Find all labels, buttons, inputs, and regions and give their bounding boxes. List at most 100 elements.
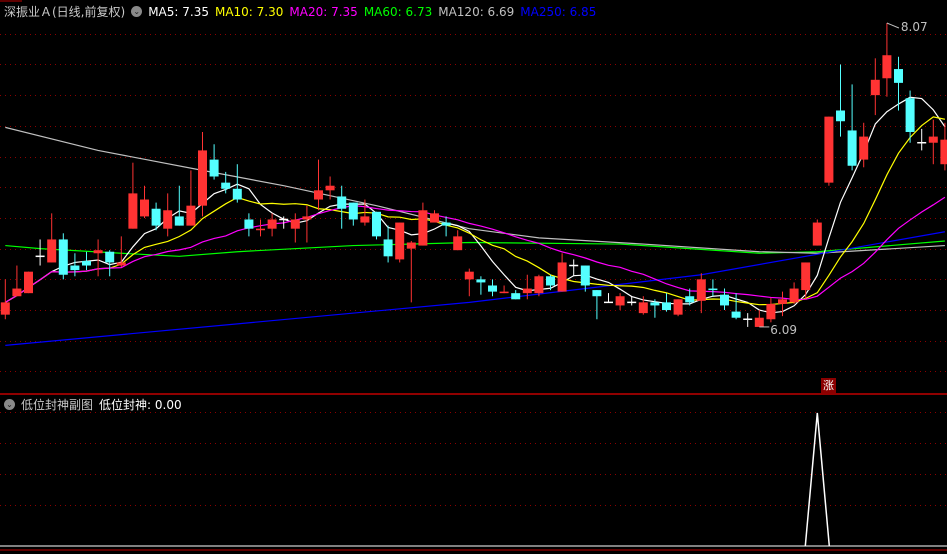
low-price-label: 6.09 <box>770 322 798 337</box>
candle <box>569 259 579 277</box>
candle <box>82 251 91 271</box>
candle-body <box>615 296 625 306</box>
candle-body <box>662 302 671 311</box>
candle-body <box>812 222 822 246</box>
candle <box>789 282 799 304</box>
candle <box>116 236 126 268</box>
main-legend: 深振业Ａ(日线,前复权) ⌄ MA5: 7.35 MA10: 7.30 MA20… <box>4 3 596 20</box>
candle <box>12 265 22 297</box>
candle-body <box>128 193 138 229</box>
candle <box>673 299 683 317</box>
candle <box>35 239 45 266</box>
ma60-line <box>5 240 945 257</box>
candle-body <box>418 210 428 246</box>
candle <box>615 293 625 311</box>
candle-body <box>592 290 602 297</box>
candle <box>337 185 347 229</box>
candle <box>743 313 753 327</box>
ma250-label: MA250: 6.85 <box>520 4 597 19</box>
candle <box>511 290 521 300</box>
candle-body <box>174 216 184 226</box>
candle <box>406 240 416 303</box>
candle <box>418 202 428 246</box>
candle-body <box>232 188 242 200</box>
high-arrow-icon <box>886 22 900 29</box>
candle <box>232 164 242 203</box>
ma120-label: MA120: 6.69 <box>438 4 515 19</box>
candle <box>812 219 822 246</box>
moving-average-lines <box>4 96 946 346</box>
candle <box>754 310 764 327</box>
candle-body <box>754 317 764 327</box>
chevron-down-icon[interactable]: ⌄ <box>4 399 15 410</box>
candle <box>917 128 927 151</box>
candle-body <box>650 302 660 306</box>
candle <box>302 205 312 243</box>
candle-body <box>70 265 80 271</box>
candle-body <box>731 311 741 318</box>
candle-body <box>940 139 947 165</box>
candle <box>801 262 811 300</box>
candle-body <box>464 271 474 280</box>
candle-body <box>325 185 335 191</box>
candle-body <box>105 251 115 263</box>
candle <box>662 293 671 312</box>
candle <box>128 162 138 229</box>
candle <box>163 193 173 237</box>
candle-body <box>314 190 323 200</box>
candle <box>372 211 381 240</box>
candle-body <box>47 239 57 263</box>
candle-body <box>928 136 938 143</box>
chevron-down-icon[interactable]: ⌄ <box>131 6 143 17</box>
rise-signal-badge[interactable]: 涨 <box>821 378 836 393</box>
candle-body <box>789 288 799 303</box>
candle <box>93 239 103 277</box>
candle-body <box>198 150 207 206</box>
candle <box>209 144 219 180</box>
candle-body <box>151 208 161 226</box>
signal-spike <box>804 412 831 547</box>
candle-body <box>673 299 683 315</box>
candle-body <box>186 205 196 226</box>
candle-body <box>0 302 10 315</box>
candle <box>47 213 57 263</box>
candle <box>453 230 463 251</box>
candle-body <box>372 211 381 237</box>
stock-title: 深振业Ａ(日线,前复权) <box>4 5 126 19</box>
candle-body <box>383 239 393 257</box>
candle-body <box>430 213 439 223</box>
candle <box>314 159 323 211</box>
candle-body <box>58 239 68 275</box>
candle <box>534 274 544 297</box>
sub-panel-title: 低位封神副图 <box>21 398 94 412</box>
candle <box>940 122 947 171</box>
candle-body <box>824 116 834 183</box>
candle-body <box>801 262 811 291</box>
candle <box>476 276 486 295</box>
candle-body <box>12 288 22 297</box>
candle <box>824 116 834 186</box>
candle-body <box>905 98 915 132</box>
candle-body <box>557 262 567 292</box>
candle-body <box>337 196 347 209</box>
candle <box>140 185 149 218</box>
sub-indicator-value: 低位封神: 0.00 <box>99 398 182 412</box>
candle-body <box>847 130 857 166</box>
candle-body <box>638 302 648 314</box>
candle <box>383 225 393 263</box>
candle-body <box>778 299 787 304</box>
candle <box>836 64 845 137</box>
candle-body <box>511 293 521 300</box>
kline-chart[interactable] <box>0 0 947 554</box>
candle-body <box>685 296 695 303</box>
candle <box>174 185 184 226</box>
candle-body <box>870 79 880 96</box>
candle-body <box>302 216 312 220</box>
candle <box>847 84 857 171</box>
candle <box>766 297 776 323</box>
candle <box>0 279 10 320</box>
candle-body <box>140 199 149 217</box>
candle <box>592 290 602 320</box>
candle <box>186 170 196 226</box>
candle-body <box>580 265 590 286</box>
